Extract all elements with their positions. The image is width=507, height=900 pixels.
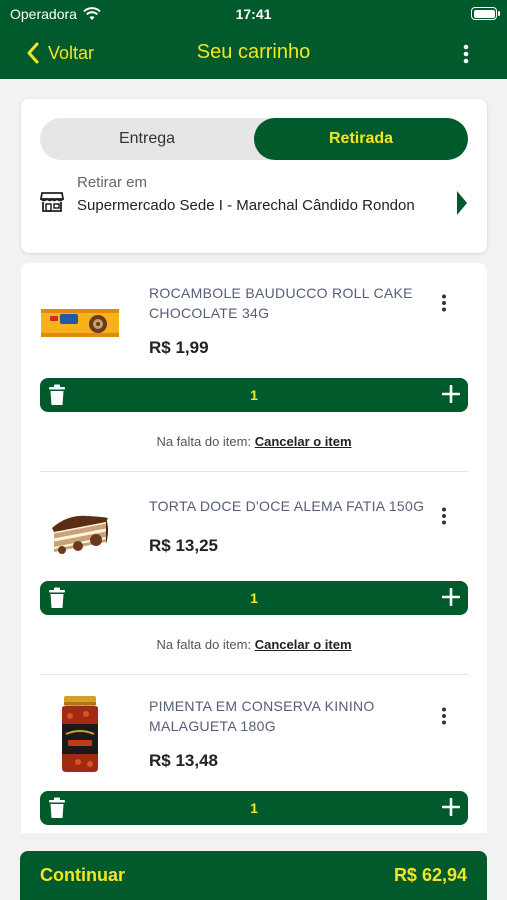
pickup-label: Retirar em <box>77 174 148 191</box>
quantity-value: 1 <box>250 800 258 816</box>
battery-icon <box>471 7 500 20</box>
quantity-stepper: 1 <box>40 581 468 615</box>
product-name: TORTA DOCE D'OCE ALEMA FATIA 150G <box>149 498 425 514</box>
product-image <box>39 694 121 774</box>
missing-item-policy: Na falta do item: Cancelar o item <box>21 637 487 652</box>
pimenta-jar-image <box>62 696 98 772</box>
missing-item-label: Na falta do item: <box>156 637 252 652</box>
product-price: R$ 13,25 <box>149 536 218 555</box>
status-bar: Operadora 17:41 <box>0 0 507 30</box>
continue-button[interactable]: Continuar R$ 62,94 <box>20 851 487 900</box>
page-title: Seu carrinho <box>196 41 311 63</box>
product-name: PIMENTA EM CONSERVA KININO MALAGUETA 180… <box>149 698 375 734</box>
product-image <box>39 283 121 363</box>
continue-label: Continuar <box>40 865 125 885</box>
rocambole-package-image <box>41 309 119 337</box>
cart-items-list: ROCAMBOLE BAUDUCCO ROLL CAKE CHOCOLATE 3… <box>21 263 487 833</box>
plus-icon[interactable] <box>442 385 460 403</box>
item-divider <box>40 471 468 472</box>
cart-total: R$ 62,94 <box>393 865 467 885</box>
missing-item-label: Na falta do item: <box>156 434 252 449</box>
tab-entrega[interactable]: Entrega <box>40 118 254 160</box>
pickup-store-name: Supermercado Sede I - Marechal Cândido R… <box>77 197 415 214</box>
product-price: R$ 1,99 <box>149 338 209 357</box>
cancel-item-link[interactable]: Cancelar o item <box>255 434 352 449</box>
quantity-stepper: 1 <box>40 791 468 825</box>
store-icon <box>40 192 64 212</box>
item-options-icon[interactable] <box>441 294 447 312</box>
product-name: ROCAMBOLE BAUDUCCO ROLL CAKE CHOCOLATE 3… <box>149 285 413 321</box>
item-options-icon[interactable] <box>441 507 447 525</box>
quantity-stepper: 1 <box>40 378 468 412</box>
quantity-value: 1 <box>250 590 258 606</box>
item-options-icon[interactable] <box>441 707 447 725</box>
cancel-item-link[interactable]: Cancelar o item <box>255 637 352 652</box>
plus-icon[interactable] <box>442 798 460 816</box>
torta-slice-image <box>52 515 108 554</box>
item-divider <box>40 674 468 675</box>
delivery-card: Entrega Retirada Retirar em Supermercado… <box>21 99 487 253</box>
tab-retirada[interactable]: Retirada <box>254 118 468 160</box>
missing-item-policy: Na falta do item: Cancelar o item <box>21 434 487 449</box>
quantity-value: 1 <box>250 387 258 403</box>
product-image <box>39 495 121 575</box>
delivery-mode-toggle: Entrega Retirada <box>40 118 468 160</box>
status-time: 17:41 <box>235 6 272 22</box>
plus-icon[interactable] <box>442 588 460 606</box>
product-price: R$ 13,48 <box>149 751 218 770</box>
more-options-icon[interactable] <box>463 44 469 64</box>
nav-bar: Voltar Seu carrinho <box>0 30 507 79</box>
caret-right-icon[interactable] <box>457 191 467 215</box>
